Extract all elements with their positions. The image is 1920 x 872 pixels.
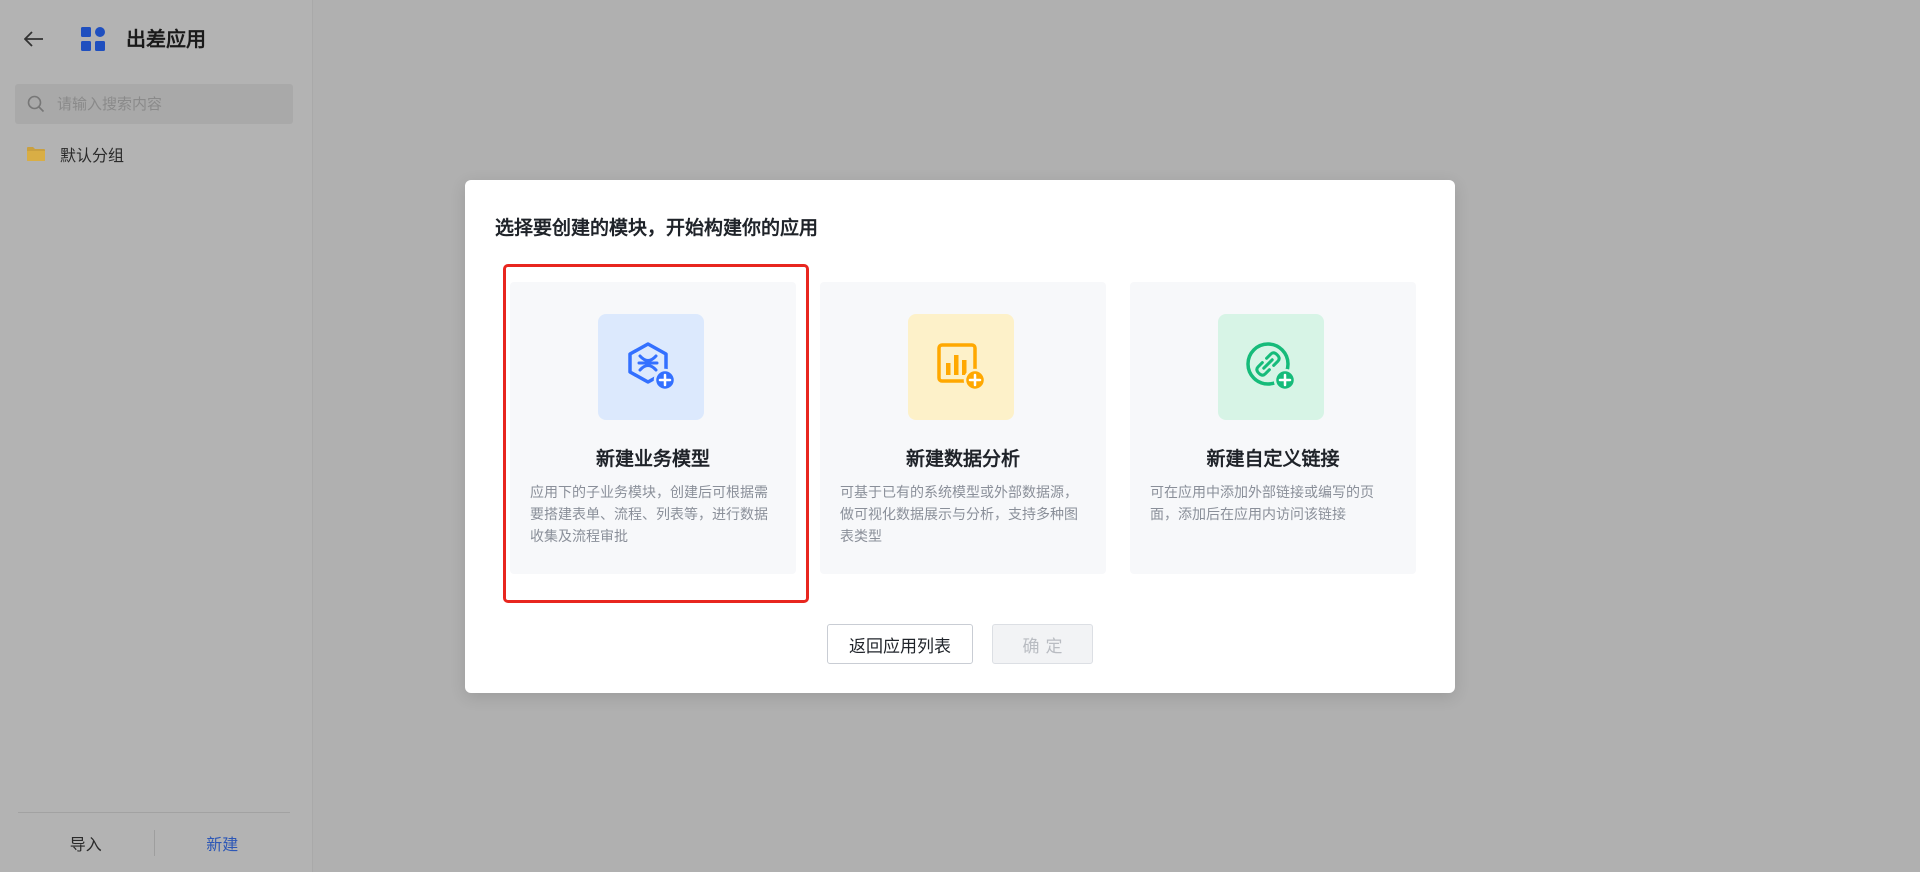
- app-grid-icon: [80, 26, 106, 52]
- back-arrow-icon[interactable]: [22, 27, 46, 51]
- card-description: 应用下的子业务模块，创建后可根据需要搭建表单、流程、列表等，进行数据收集及流程审…: [530, 485, 768, 545]
- custom-link-icon: [1218, 314, 1324, 420]
- app-title: 出差应用: [126, 27, 206, 51]
- card-data-analysis[interactable]: 新建数据分析 可基于已有的系统模型或外部数据源，做可视化数据展示与分析，支持多种…: [820, 282, 1106, 574]
- card-custom-link[interactable]: 新建自定义链接 可在应用中添加外部链接或编写的页面，添加后在应用内访问该链接: [1130, 282, 1416, 574]
- sidebar-header: 出差应用: [0, 0, 313, 78]
- folder-icon: [27, 147, 45, 161]
- create-button[interactable]: 新建: [155, 831, 291, 855]
- back-to-app-list-button[interactable]: 返回应用列表: [827, 624, 973, 664]
- card-description: 可基于已有的系统模型或外部数据源，做可视化数据展示与分析，支持多种图表类型: [840, 485, 1078, 545]
- search-box[interactable]: [15, 84, 293, 124]
- business-model-icon: [598, 314, 704, 420]
- search-icon: [27, 95, 45, 113]
- card-title: 新建业务模型: [595, 448, 710, 470]
- group-label: 默认分组: [60, 146, 125, 165]
- card-business-model[interactable]: 新建业务模型 应用下的子业务模块，创建后可根据需要搭建表单、流程、列表等，进行数…: [510, 282, 796, 574]
- card-title: 新建数据分析: [905, 448, 1020, 470]
- create-module-dialog: 选择要创建的模块，开始构建你的应用 新建业务模型 应用下的子业务模块，创建后可根…: [465, 180, 1455, 693]
- import-button[interactable]: 导入: [18, 831, 154, 855]
- card-description: 可在应用中添加外部链接或编写的页面，添加后在应用内访问该链接: [1150, 485, 1374, 523]
- data-analysis-icon: [908, 314, 1014, 420]
- dialog-title: 选择要创建的模块，开始构建你的应用: [495, 217, 819, 239]
- search-input[interactable]: [57, 95, 277, 113]
- card-title: 新建自定义链接: [1206, 448, 1340, 470]
- sidebar-footer: 导入 新建: [18, 812, 290, 872]
- sidebar-item-default-group[interactable]: 默认分组: [26, 140, 124, 168]
- confirm-button[interactable]: 确定: [992, 624, 1093, 664]
- sidebar: 出差应用 默认分组 导入 新建: [0, 0, 313, 872]
